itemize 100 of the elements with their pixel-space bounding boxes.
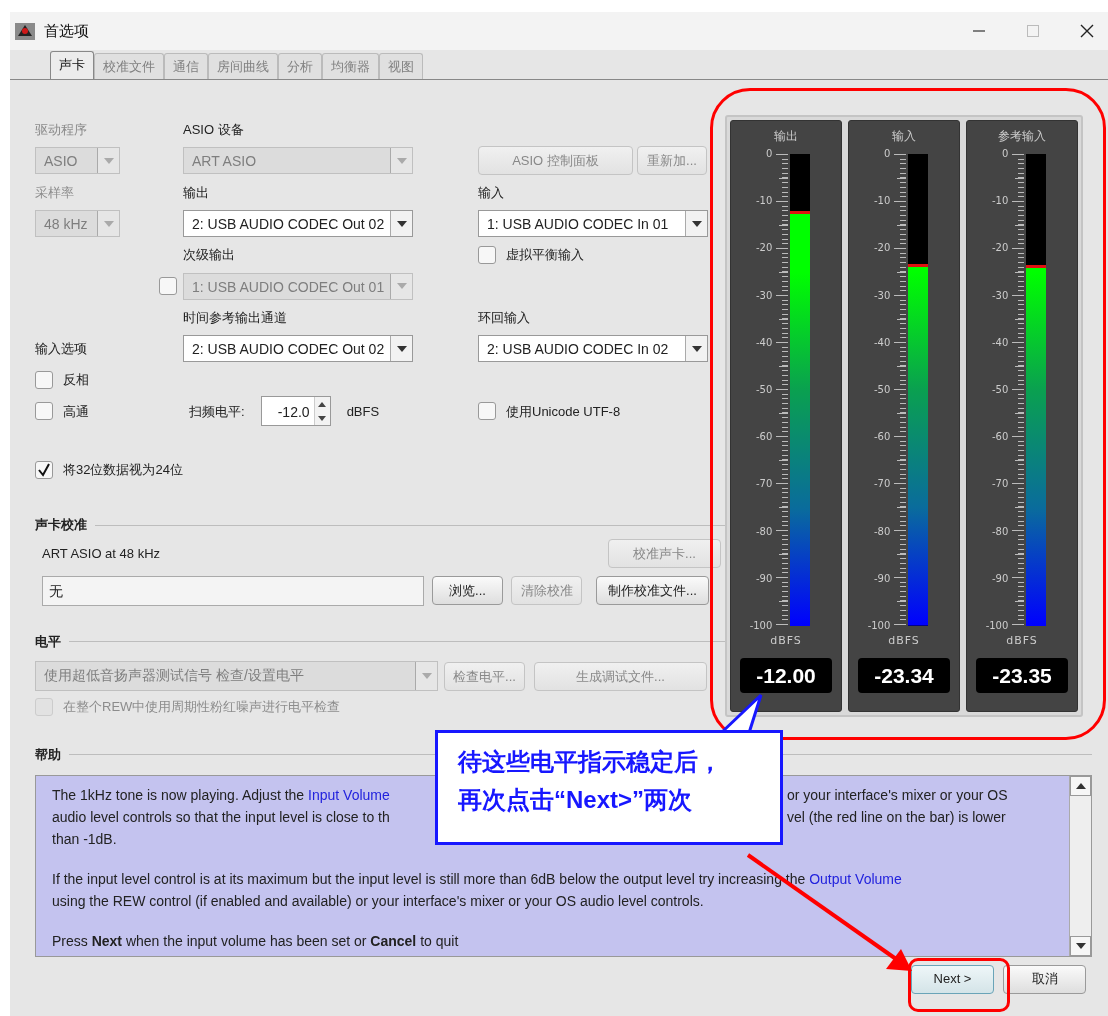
scale-label: 0 [883,147,891,161]
scale-label: -30 [874,288,891,303]
scale-label: -10 [874,194,891,209]
tab[interactable]: 通信 [164,53,208,79]
scale-label: -70 [992,477,1009,492]
scale-label: -30 [756,288,773,303]
help-text: or your interface's mixer or your OS [787,785,1009,805]
field-label: 次级输出 [183,247,235,263]
unit-label: dBFS [888,633,920,649]
scale-label: -90 [874,571,891,586]
scale-label: -50 [756,382,773,397]
scale-label: -80 [992,524,1009,539]
scale-label: -40 [756,335,773,350]
close-icon[interactable] [1080,24,1094,38]
tab[interactable]: 声卡 [50,51,94,79]
section-heading: 帮助 [35,746,61,764]
help-text: than -1dB. [52,830,117,847]
help-text: using the REW control (if enabled and available) or your interface's mixer or your OS audio level controls. [52,892,704,909]
scale-label: -70 [874,477,891,492]
scale-label: -60 [756,430,773,445]
field-label: 环回输入 [478,309,530,325]
help-text: vel (the red line on the bar) is lower [787,807,1007,827]
meter-title: 输出 [774,128,798,145]
caret-icon [691,345,702,352]
unit-label: dBFS [1006,633,1038,649]
spin-up-icon [318,401,327,407]
scale-label: -10 [992,194,1009,209]
tab[interactable]: 均衡器 [322,53,379,79]
scale-label: -50 [874,382,891,397]
link[interactable]: Input Volume [308,786,390,803]
field-label: 驱动程序 [35,122,87,138]
button[interactable]: Next > [911,964,994,994]
button[interactable]: 取消 [1003,964,1086,994]
scale-label: -70 [756,477,773,492]
field-label: 时间参考输出通道 [183,309,287,325]
help-text: Press Next when the input volume has been set or Cancel to quit [52,932,459,949]
section-heading: 电平 [35,632,61,651]
scale-label: -20 [874,241,891,256]
dropdown[interactable]: 2: USB AUDIO CODEC Out 02 [183,210,413,238]
scale-label: -40 [874,335,891,350]
scale-label: -10 [756,194,773,209]
checkbox-label: 在整个REW中使用周期性粉红噪声进行电平检查 [63,698,341,717]
caret-icon [396,283,407,290]
checkbox-label: 虚拟平衡输入 [506,246,584,265]
scroll-up-icon [1075,782,1086,789]
scrollbar[interactable] [1069,775,1091,956]
tab[interactable]: 校准文件 [94,53,164,79]
scale-label: 0 [765,147,773,161]
spin-down-icon [318,415,327,421]
checkbox[interactable] [35,371,53,389]
tab[interactable]: 房间曲线 [208,53,278,79]
section-heading: 声卡校准 [35,516,87,535]
caret-icon [396,157,407,164]
tab[interactable]: 视图 [379,53,423,79]
dropdown[interactable]: 1: USB AUDIO CODEC In 01 [478,210,708,238]
caret-icon [103,157,114,164]
scale-label: -100 [749,618,773,633]
scale-label: -100 [867,618,891,633]
button[interactable]: 浏览... [432,576,503,606]
tab[interactable]: 分析 [278,53,322,79]
link[interactable]: Output Volume [809,870,902,887]
checkbox[interactable] [478,245,496,264]
checkmark-icon [37,462,51,477]
app-icon [14,21,36,41]
callout-text: 再次点击“Next>”两次 [458,785,694,815]
meter-reading: -12.00 [740,657,832,693]
spin-field[interactable]: -12.0 [260,396,331,427]
window-title: 首选项 [44,20,89,41]
field-label: 输入选项 [35,341,87,357]
checkbox-label: 反相 [63,371,89,390]
scale-label: -80 [874,524,891,539]
checkbox[interactable] [35,460,53,479]
meter-title: 参考输入 [998,128,1046,145]
file-field[interactable]: 无 [42,575,424,606]
field-label: 扫频电平: [189,402,245,421]
dropdown[interactable]: 2: USB AUDIO CODEC In 02 [478,335,708,363]
checkbox-label: 使用Unicode UTF-8 [506,402,621,421]
scale-label: -60 [874,430,891,445]
scale-label: -50 [992,382,1009,397]
unit-label: dBFS [346,402,380,421]
scale-label: -100 [985,618,1009,633]
maximize-icon[interactable] [1026,24,1040,38]
meter-reading: -23.34 [858,657,950,693]
checkbox-label: 高通 [63,402,89,421]
caret-icon [421,673,432,680]
field-label: 输入 [478,184,504,200]
scale-label: -90 [992,571,1009,586]
button[interactable]: 制作校准文件... [596,576,709,606]
checkbox[interactable] [35,402,53,421]
caret-icon [396,345,407,352]
caret-icon [691,220,702,227]
callout-text: 待这些电平指示稳定后， [458,747,723,777]
meter-reading: -23.35 [976,657,1068,693]
scale-label: -60 [992,430,1009,445]
checkbox[interactable] [478,402,496,421]
scale-label: -90 [756,571,773,586]
scale-label: -20 [992,241,1009,256]
meter-title: 输入 [892,128,916,145]
field-label: 输出 [183,184,209,200]
dropdown[interactable]: 2: USB AUDIO CODEC Out 02 [183,335,413,363]
